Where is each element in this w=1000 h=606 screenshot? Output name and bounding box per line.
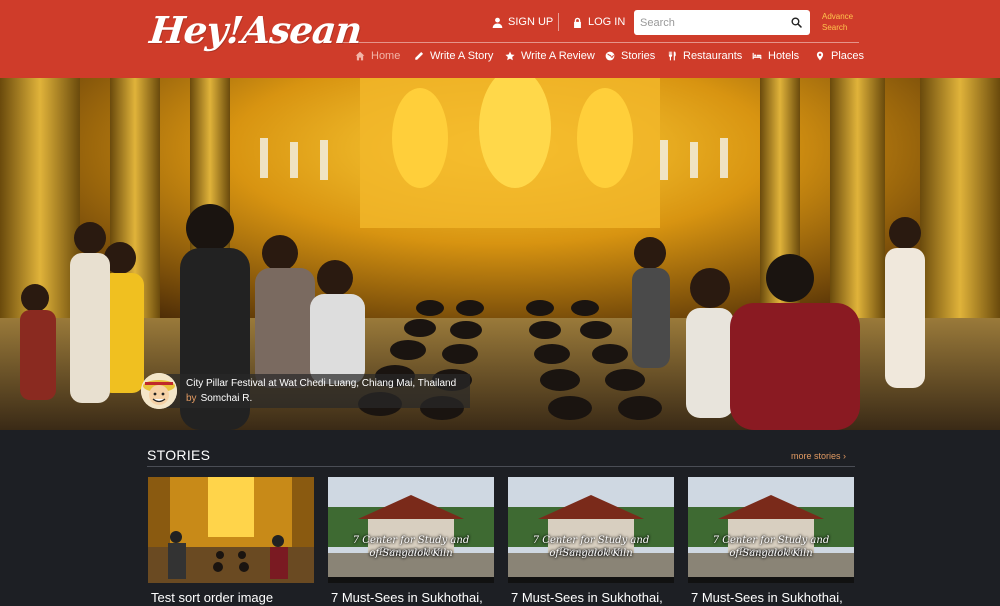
- kiln-thumbnail-image: [508, 477, 674, 583]
- story-title[interactable]: 7 Must-Sees in Sukhothai,: [511, 590, 674, 605]
- nav-item-places[interactable]: Places: [815, 50, 864, 62]
- advance-search-link[interactable]: Advance Search: [822, 11, 862, 33]
- globe-icon: [605, 51, 615, 61]
- thumbnail-caption-line2: of Sangalok Kiln: [369, 548, 453, 559]
- utensils-icon: [668, 51, 676, 61]
- map-marker-icon: [816, 51, 824, 61]
- story-thumbnail[interactable]: 7 Center for Study and Preservation of S…: [688, 477, 854, 583]
- nav-divider: [343, 42, 859, 43]
- story-card[interactable]: Test sort order image: [148, 477, 314, 605]
- lock-icon: [574, 17, 581, 28]
- story-title[interactable]: 7 Must-Sees in Sukhothai,: [331, 590, 494, 605]
- nav-item-write-story[interactable]: Write A Story: [414, 50, 493, 62]
- thumbnail-caption-line2: of Sangalok Kiln: [549, 548, 633, 559]
- star-icon: [505, 51, 515, 61]
- pencil-icon: [415, 51, 424, 60]
- story-card[interactable]: 7 Center for Study and Preservation of S…: [328, 477, 494, 605]
- advance-search-line2: Search: [822, 23, 848, 32]
- nav-item-label: Hotels: [768, 50, 800, 62]
- nav-item-label: Places: [831, 50, 865, 62]
- story-title[interactable]: 7 Must-Sees in Sukhothai,: [691, 590, 854, 605]
- story-thumbnail[interactable]: [148, 477, 314, 583]
- auth-divider: [558, 13, 559, 31]
- story-thumbnail[interactable]: 7 Center for Study and Preservation of S…: [328, 477, 494, 583]
- login-label: LOG IN: [588, 16, 626, 28]
- kiln-thumbnail-image: [688, 477, 854, 583]
- thumbnail-caption-line2: of Sangalok Kiln: [729, 548, 813, 559]
- nav-item-label: Write A Story: [430, 50, 494, 62]
- user-icon: [492, 17, 503, 28]
- nav-item-label: Restaurants: [683, 50, 743, 62]
- nav-item-write-review[interactable]: Write A Review: [505, 50, 595, 62]
- hero-caption-title[interactable]: City Pillar Festival at Wat Chedi Luang,…: [186, 378, 456, 389]
- story-title[interactable]: Test sort order image: [151, 590, 314, 605]
- nav-item-home[interactable]: Home: [355, 50, 400, 62]
- search-icon: [790, 17, 802, 28]
- nav-item-restaurants[interactable]: Restaurants: [667, 50, 742, 62]
- stories-section-title: STORIES: [147, 447, 211, 463]
- search-input[interactable]: [634, 10, 784, 35]
- temple-thumbnail-image: [148, 477, 314, 583]
- kiln-thumbnail-image: [328, 477, 494, 583]
- author-avatar[interactable]: [141, 373, 177, 409]
- search-box: [634, 10, 810, 35]
- nav-item-hotels[interactable]: Hotels: [752, 50, 799, 62]
- nav-item-label: Write A Review: [521, 50, 595, 62]
- site-logo[interactable]: Hey!Asean: [148, 8, 364, 52]
- site-header: Hey!Asean SIGN UP LOG IN Advance Search …: [0, 0, 1000, 78]
- login-link[interactable]: LOG IN: [572, 11, 625, 33]
- story-card[interactable]: 7 Center for Study and Preservation of S…: [508, 477, 674, 605]
- advance-search-line1: Advance: [822, 12, 854, 21]
- signup-link[interactable]: SIGN UP: [492, 11, 553, 33]
- search-button[interactable]: [784, 10, 808, 35]
- avatar-image: [141, 373, 177, 409]
- stories-divider: [147, 466, 855, 467]
- hero-caption-author-line: by Somchai R.: [186, 393, 252, 404]
- story-card[interactable]: 7 Center for Study and Preservation of S…: [688, 477, 854, 605]
- bed-icon: [752, 52, 762, 60]
- home-icon: [355, 51, 365, 61]
- by-label: by: [186, 393, 197, 404]
- nav-item-stories[interactable]: Stories: [605, 50, 655, 62]
- nav-item-label: Stories: [621, 50, 656, 62]
- signup-label: SIGN UP: [508, 16, 554, 28]
- nav-item-label: Home: [371, 50, 401, 62]
- author-name-link[interactable]: Somchai R.: [201, 393, 253, 404]
- more-stories-link[interactable]: more stories ›: [791, 451, 846, 461]
- story-thumbnail[interactable]: 7 Center for Study and Preservation of S…: [508, 477, 674, 583]
